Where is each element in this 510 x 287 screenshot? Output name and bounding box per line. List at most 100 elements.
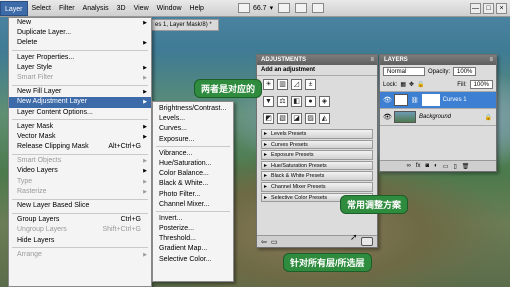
menu-item-photo-filter[interactable]: Photo Filter... — [153, 190, 233, 200]
layer-mask-thumbnail[interactable] — [421, 94, 440, 106]
opacity-field[interactable]: 100% — [453, 67, 477, 76]
adjustment-type-icon[interactable]: ▧ — [277, 113, 288, 124]
hand-tool-icon[interactable] — [278, 3, 291, 13]
menu-item-exposure[interactable]: Exposure... — [153, 135, 233, 145]
layers-footer-icon[interactable]: ◐ — [434, 163, 438, 169]
close-button[interactable]: × — [496, 2, 507, 14]
lock-all-icon[interactable]: 🔒 — [417, 81, 424, 88]
maximize-button[interactable]: □ — [483, 2, 494, 14]
adjustment-type-icon[interactable]: ● — [305, 96, 316, 107]
adjustment-type-icon[interactable]: ◧ — [291, 96, 302, 107]
preset-hue-saturation-presets[interactable]: Hue/Saturation Presets — [261, 160, 373, 171]
menu-item-video-layers[interactable]: Video Layers ▶ — [9, 166, 151, 176]
menu-item-new-adjustment-layer[interactable]: New Adjustment Layer ▶ — [9, 97, 151, 108]
layers-footer-icon[interactable]: ◙ — [426, 163, 430, 169]
menu-item-duplicate-layer[interactable]: Duplicate Layer... — [9, 28, 151, 38]
lock-pixels-icon[interactable]: ▦ — [400, 81, 406, 88]
menu-item-hue-saturation[interactable]: Hue/Saturation... — [153, 159, 233, 169]
layers-footer-icon[interactable]: 🗑 — [462, 163, 470, 170]
menu-help[interactable]: Help — [186, 1, 208, 16]
adjustment-type-icon[interactable]: ⚖ — [277, 96, 288, 107]
expand-view-icon[interactable]: ▭ — [271, 238, 278, 246]
menu-item-release-clipping-mask[interactable]: Release Clipping Mask Alt+Ctrl+G — [9, 142, 151, 152]
layer-name[interactable]: Curves 1 — [443, 97, 467, 103]
menu-item-layer-style[interactable]: Layer Style ▶ — [9, 63, 151, 73]
document-tab[interactable]: es 1, Layer Mask/8) * — [148, 19, 219, 31]
menu-item-channel-mixer[interactable]: Channel Mixer... — [153, 200, 233, 210]
menu-item-layer-content-options[interactable]: Layer Content Options... — [9, 108, 151, 118]
adjustment-type-icon[interactable]: ◩ — [263, 113, 274, 124]
zoom-control[interactable]: 66.7 ▾ — [236, 3, 325, 13]
menu-item-group-layers[interactable]: Group Layers Ctrl+G — [9, 215, 151, 225]
eye-icon[interactable]: 👁 — [383, 113, 392, 121]
adjustment-type-icon[interactable]: ▼ — [263, 96, 274, 107]
rotate-view-icon[interactable] — [312, 3, 325, 13]
chevron-down-icon[interactable]: ▾ — [270, 4, 274, 12]
menu-item-threshold[interactable]: Threshold... — [153, 234, 233, 244]
eye-icon[interactable]: 👁 — [383, 96, 392, 104]
menu-item-delete[interactable]: Delete ▶ — [9, 38, 151, 48]
lock-position-icon[interactable]: ✥ — [409, 81, 414, 88]
menu-item-posterize[interactable]: Posterize... — [153, 224, 233, 234]
return-icon[interactable]: ⇦ — [261, 238, 267, 246]
layers-footer-icon[interactable]: ▭ — [443, 163, 449, 170]
menu-item-new-fill-layer[interactable]: New Fill Layer ▶ — [9, 87, 151, 97]
preset-curves-presets[interactable]: Curves Presets — [261, 139, 373, 150]
menu-item-layer-mask[interactable]: Layer Mask ▶ — [9, 122, 151, 132]
menu-item-selective-color[interactable]: Selective Color... — [153, 255, 233, 265]
menu-window[interactable]: Window — [153, 1, 186, 16]
chain-icon[interactable]: ⛓ — [411, 97, 419, 104]
adjustment-icon-row: ☀ ▥ ◿ ± — [257, 76, 377, 93]
adjustment-type-icon[interactable]: ☀ — [263, 79, 274, 90]
adjustment-type-icon[interactable]: ◿ — [291, 79, 302, 90]
fill-field[interactable]: 100% — [469, 80, 493, 89]
preset-channel-mixer-presets[interactable]: Channel Mixer Presets — [261, 181, 373, 192]
preset-black-white-presets[interactable]: Black & White Presets — [261, 171, 373, 181]
menu-item-color-balance[interactable]: Color Balance... — [153, 169, 233, 179]
layers-panel-header[interactable]: LAYERS ≡ — [380, 55, 496, 65]
menu-item-levels[interactable]: Levels... — [153, 114, 233, 124]
menu-item-vector-mask[interactable]: Vector Mask ▶ — [9, 132, 151, 142]
layer-row-curves[interactable]: 👁 ⛓ Curves 1 — [380, 92, 496, 109]
menu-select[interactable]: Select — [28, 1, 55, 16]
adjustment-type-icon[interactable]: ▥ — [277, 79, 288, 90]
layers-footer-icon[interactable]: fx — [416, 163, 421, 169]
menu-item-vibrance[interactable]: Vibrance... — [153, 149, 233, 159]
layer-name[interactable]: Background — [419, 114, 451, 120]
preset-levels-presets[interactable]: Levels Presets — [261, 129, 373, 139]
menu-view[interactable]: View — [130, 1, 153, 16]
menu-item-smart-filter: Smart Filter ▶ — [9, 73, 151, 83]
panel-menu-icon[interactable]: ≡ — [370, 55, 374, 65]
lock-row: Lock: ▦ ✥ 🔒 Fill: 100% — [380, 78, 496, 92]
menu-item-layer-properties[interactable]: Layer Properties... — [9, 53, 151, 63]
adjustments-panel-header[interactable]: ADJUSTMENTS ≡ — [257, 55, 377, 65]
menu-item-curves[interactable]: Curves... — [153, 124, 233, 134]
zoom-value[interactable]: 66.7 — [253, 5, 267, 12]
layers-footer-icon[interactable]: ∞ — [407, 163, 411, 169]
layers-footer-icon[interactable]: ▯ — [453, 163, 456, 170]
blend-mode-select[interactable]: Normal — [383, 67, 425, 76]
clip-to-layer-toggle[interactable] — [361, 237, 373, 246]
adjustment-type-icon[interactable]: ◭ — [319, 113, 330, 124]
screen-mode-icon[interactable] — [237, 3, 250, 13]
adjustment-type-icon[interactable]: ± — [305, 79, 316, 90]
zoom-tool-icon[interactable] — [295, 3, 308, 13]
adjustment-type-icon[interactable]: ◪ — [291, 113, 302, 124]
menu-item-brightness-contrast[interactable]: Brightness/Contrast... — [153, 104, 233, 114]
menu-filter[interactable]: Filter — [55, 1, 79, 16]
adjustment-type-icon[interactable]: ▨ — [305, 113, 316, 124]
menu-item-new-layer-based-slice[interactable]: New Layer Based Slice — [9, 201, 151, 211]
menu-item-hide-layers[interactable]: Hide Layers — [9, 236, 151, 246]
layer-row-background[interactable]: 👁 Background 🔒 — [380, 109, 496, 126]
menu-item-gradient-map[interactable]: Gradient Map... — [153, 244, 233, 254]
minimize-button[interactable]: — — [470, 2, 481, 14]
menu-layer[interactable]: Layer — [0, 0, 28, 16]
menu-analysis[interactable]: Analysis — [79, 1, 113, 16]
adjustment-type-icon[interactable]: ◈ — [319, 96, 330, 107]
panel-menu-icon[interactable]: ≡ — [489, 55, 493, 65]
menu-item-invert[interactable]: Invert... — [153, 214, 233, 224]
preset-exposure-presets[interactable]: Exposure Presets — [261, 150, 373, 160]
menu-item-black-white[interactable]: Black & White... — [153, 179, 233, 189]
menu-item-new[interactable]: New ▶ — [9, 18, 151, 28]
menu-3d[interactable]: 3D — [113, 1, 130, 16]
